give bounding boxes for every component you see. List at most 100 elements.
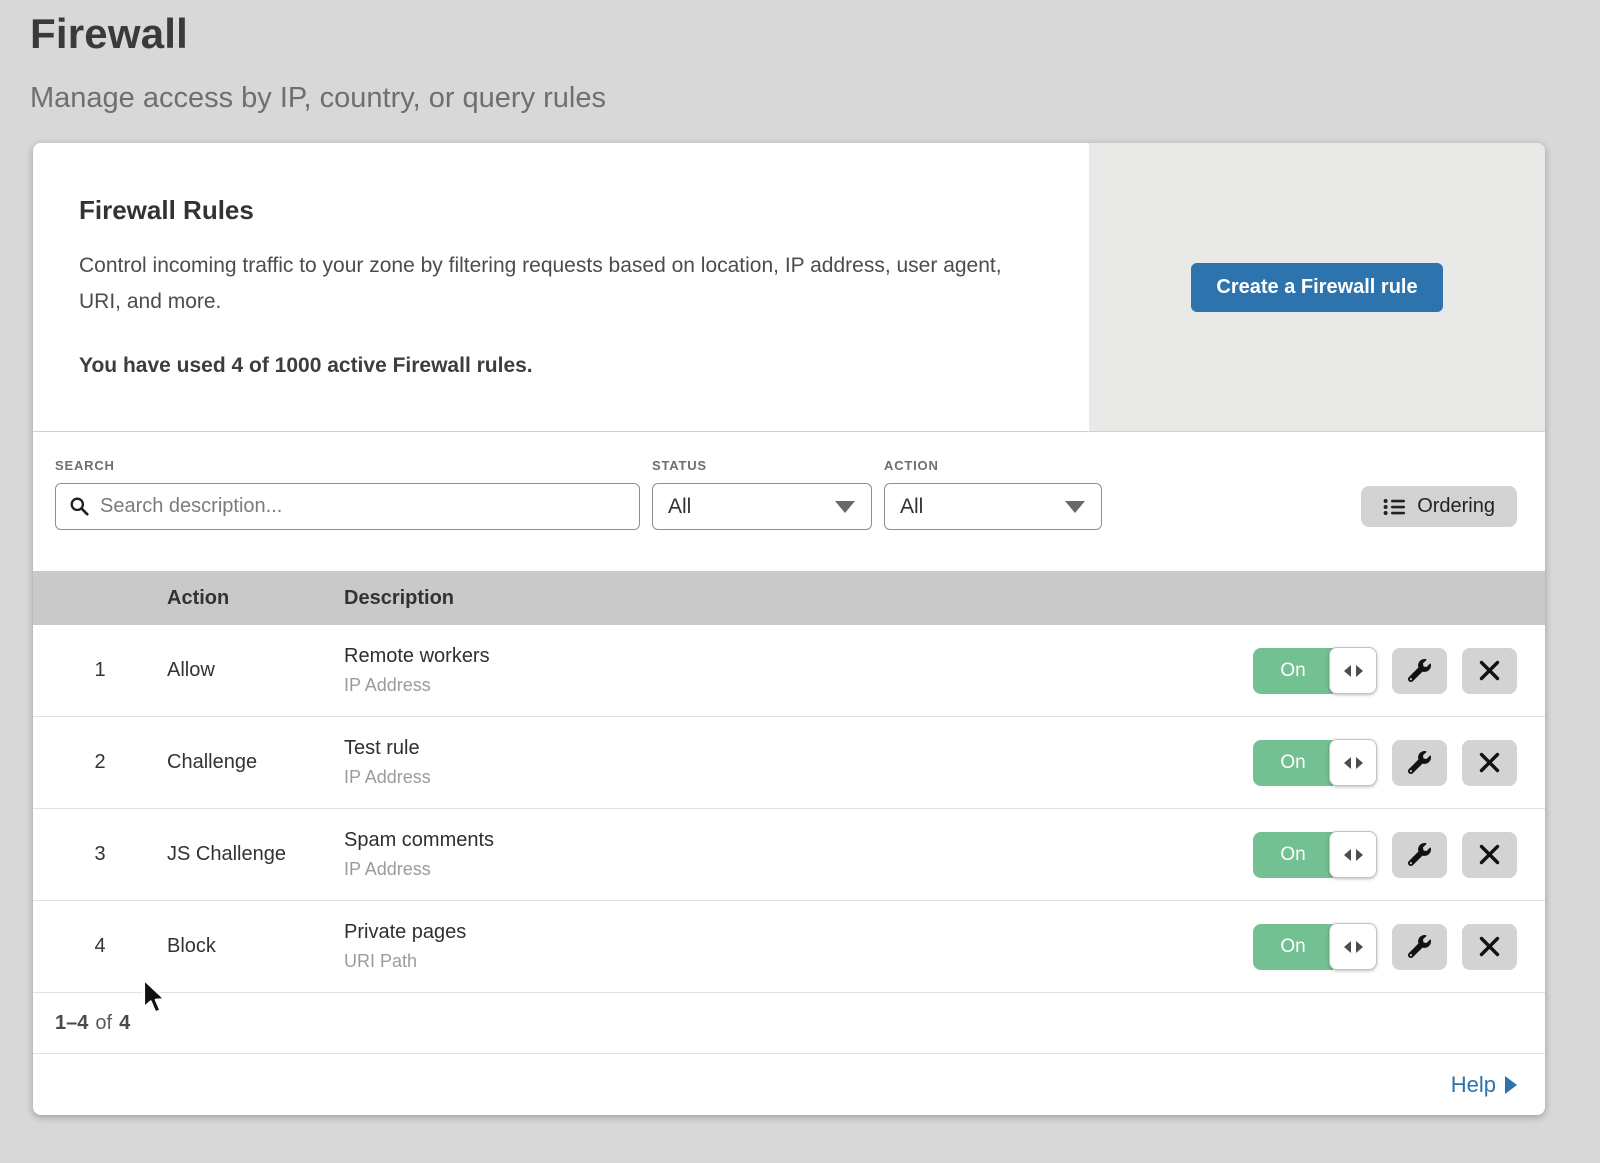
rule-action: Block (167, 935, 344, 958)
delete-rule-button[interactable] (1462, 832, 1517, 878)
firewall-rules-card: Firewall Rules Control incoming traffic … (33, 143, 1545, 1115)
wrench-icon (1408, 659, 1431, 682)
search-field-wrap (55, 483, 640, 530)
rule-priority: 2 (33, 751, 167, 774)
close-icon (1479, 660, 1500, 681)
edit-rule-button[interactable] (1392, 832, 1447, 878)
arrow-right-icon (1356, 757, 1363, 769)
toggle-knob[interactable] (1329, 923, 1377, 970)
action-selected-value: All (900, 495, 923, 519)
toggle-on-label: On (1253, 832, 1333, 878)
close-icon (1479, 844, 1500, 865)
close-icon (1479, 936, 1500, 957)
search-label: SEARCH (55, 458, 640, 473)
toggle-knob[interactable] (1329, 739, 1377, 786)
search-filter-group: SEARCH (55, 458, 640, 530)
rule-priority: 1 (33, 659, 167, 682)
rule-match-type: IP Address (344, 675, 1253, 696)
rule-action: Allow (167, 659, 344, 682)
rule-description: Spam comments IP Address (344, 829, 1253, 880)
rule-controls: On (1253, 739, 1545, 786)
status-selected-value: All (668, 495, 691, 519)
edit-rule-button[interactable] (1392, 648, 1447, 694)
page-header: Firewall Manage access by IP, country, o… (0, 0, 1600, 115)
section-description: Control incoming traffic to your zone by… (79, 248, 1029, 320)
edit-rule-button[interactable] (1392, 924, 1447, 970)
rule-enabled-toggle[interactable]: On (1253, 831, 1377, 878)
delete-rule-button[interactable] (1462, 740, 1517, 786)
arrow-left-icon (1344, 849, 1351, 861)
edit-rule-button[interactable] (1392, 740, 1447, 786)
rule-title: Remote workers (344, 645, 1253, 668)
close-icon (1479, 752, 1500, 773)
search-icon (69, 496, 90, 517)
pagination-range: 1–4 (55, 1012, 88, 1035)
table-row: 2 Challenge Test rule IP Address On (33, 717, 1545, 809)
rule-action: Challenge (167, 751, 344, 774)
rule-enabled-toggle[interactable]: On (1253, 647, 1377, 694)
card-top-section: Firewall Rules Control incoming traffic … (33, 143, 1545, 432)
table-header: Action Description (33, 571, 1545, 625)
ordering-button[interactable]: Ordering (1361, 486, 1517, 527)
rule-title: Private pages (344, 921, 1253, 944)
wrench-icon (1408, 751, 1431, 774)
help-link-label: Help (1451, 1072, 1496, 1098)
help-link[interactable]: Help (1451, 1072, 1517, 1098)
rule-enabled-toggle[interactable]: On (1253, 739, 1377, 786)
rule-description: Private pages URI Path (344, 921, 1253, 972)
toggle-on-label: On (1253, 740, 1333, 786)
status-select[interactable]: All (652, 483, 872, 530)
page-subtitle: Manage access by IP, country, or query r… (30, 82, 1600, 115)
rule-match-type: IP Address (344, 767, 1253, 788)
filters-bar: SEARCH STATUS All ACTION All (33, 432, 1545, 571)
table-row: 3 JS Challenge Spam comments IP Address … (33, 809, 1545, 901)
arrow-left-icon (1344, 665, 1351, 677)
delete-rule-button[interactable] (1462, 648, 1517, 694)
pagination-total: 4 (119, 1012, 130, 1035)
arrow-right-icon (1356, 849, 1363, 861)
section-heading: Firewall Rules (79, 195, 1029, 226)
toggle-knob[interactable] (1329, 831, 1377, 878)
column-header-description: Description (344, 587, 1545, 610)
arrow-right-icon (1356, 665, 1363, 677)
toggle-knob[interactable] (1329, 647, 1377, 694)
chevron-down-icon (1065, 501, 1085, 513)
rule-description: Remote workers IP Address (344, 645, 1253, 696)
status-label: STATUS (652, 458, 872, 473)
column-header-action: Action (167, 587, 344, 610)
pagination: 1–4 of 4 (33, 993, 1545, 1053)
wrench-icon (1408, 843, 1431, 866)
ordering-list-icon (1383, 498, 1405, 516)
rule-controls: On (1253, 831, 1545, 878)
table-row: 4 Block Private pages URI Path On (33, 901, 1545, 993)
create-firewall-rule-button[interactable]: Create a Firewall rule (1191, 263, 1442, 312)
rule-title: Spam comments (344, 829, 1253, 852)
toggle-on-label: On (1253, 648, 1333, 694)
create-rule-panel: Create a Firewall rule (1089, 143, 1545, 431)
rule-title: Test rule (344, 737, 1253, 760)
toggle-on-label: On (1253, 924, 1333, 970)
delete-rule-button[interactable] (1462, 924, 1517, 970)
action-select[interactable]: All (884, 483, 1102, 530)
table-row: 1 Allow Remote workers IP Address On (33, 625, 1545, 717)
wrench-icon (1408, 935, 1431, 958)
search-input[interactable] (55, 483, 640, 530)
ordering-button-label: Ordering (1417, 495, 1495, 518)
intro-section: Firewall Rules Control incoming traffic … (33, 143, 1089, 431)
pagination-of: of (95, 1012, 112, 1035)
rule-controls: On (1253, 923, 1545, 970)
rule-priority: 4 (33, 935, 167, 958)
rule-match-type: URI Path (344, 951, 1253, 972)
rule-controls: On (1253, 647, 1545, 694)
arrow-left-icon (1344, 941, 1351, 953)
status-filter-group: STATUS All (652, 458, 872, 530)
arrow-right-icon (1356, 941, 1363, 953)
rule-action: JS Challenge (167, 843, 344, 866)
card-footer: Help (33, 1053, 1545, 1115)
arrow-left-icon (1344, 757, 1351, 769)
action-label: ACTION (884, 458, 1102, 473)
rule-priority: 3 (33, 843, 167, 866)
chevron-down-icon (835, 501, 855, 513)
action-filter-group: ACTION All (884, 458, 1102, 530)
rule-enabled-toggle[interactable]: On (1253, 923, 1377, 970)
